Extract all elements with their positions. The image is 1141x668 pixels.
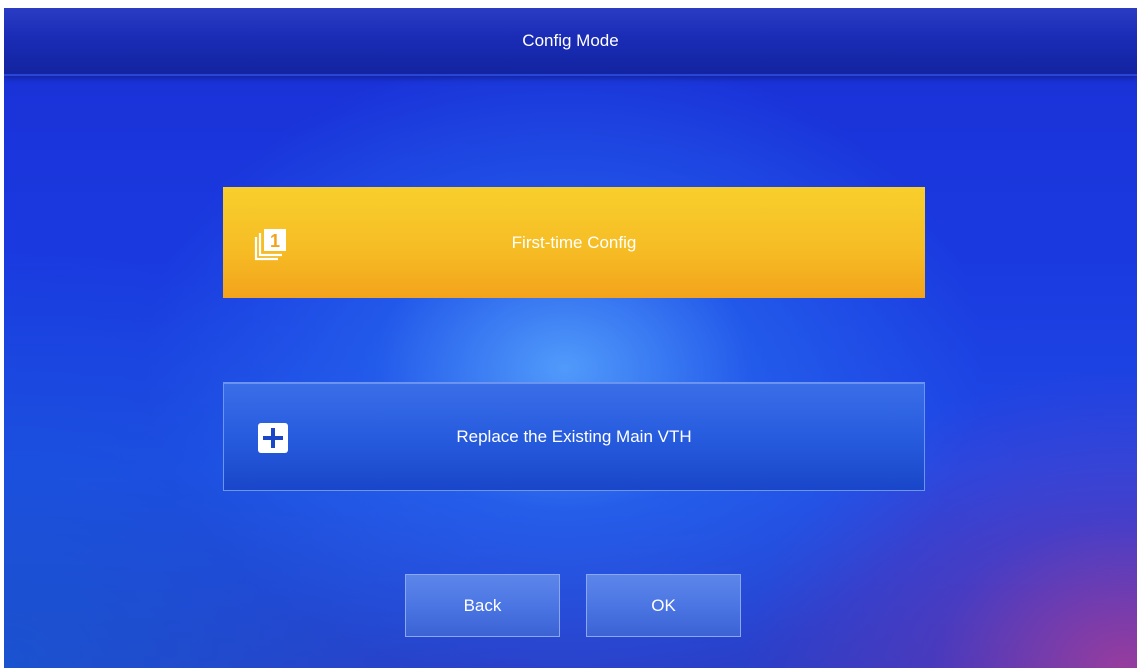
title-bar: Config Mode (4, 8, 1137, 76)
config-mode-screen: Config Mode 1 First-time Config Replace … (4, 8, 1137, 668)
page-title: Config Mode (522, 31, 619, 50)
app-window: Config Mode 1 First-time Config Replace … (0, 0, 1141, 668)
first-time-config-button[interactable]: 1 First-time Config (223, 187, 925, 298)
top-clipped-strip (0, 0, 1141, 8)
back-button[interactable]: Back (405, 574, 560, 637)
replace-existing-main-vth-button[interactable]: Replace the Existing Main VTH (223, 382, 925, 491)
replace-existing-main-vth-label: Replace the Existing Main VTH (456, 426, 692, 446)
first-time-config-label: First-time Config (511, 232, 637, 252)
ok-button[interactable]: OK (586, 574, 741, 637)
